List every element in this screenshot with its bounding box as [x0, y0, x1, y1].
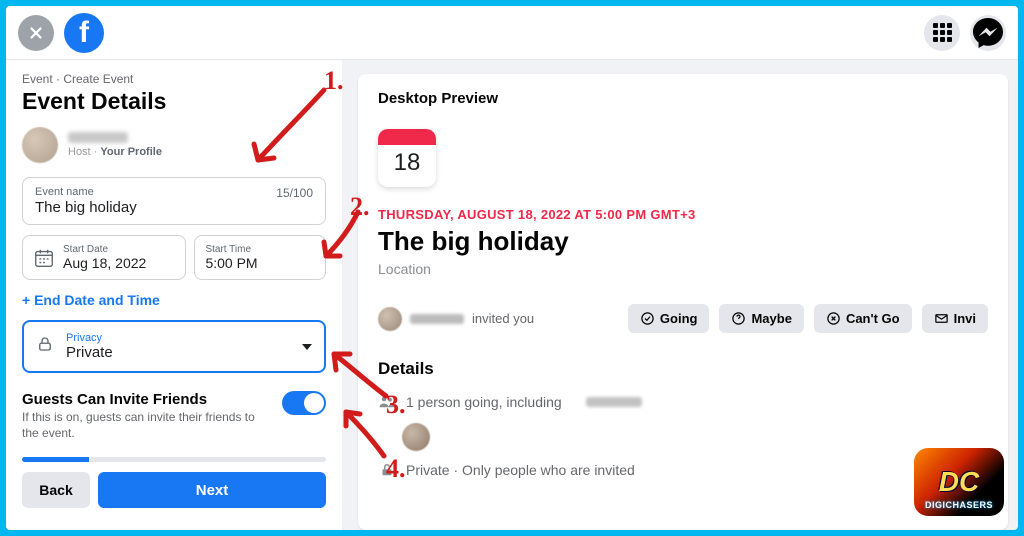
- calendar-badge: 18: [378, 129, 436, 187]
- start-time-field[interactable]: Start Time5:00 PM: [194, 235, 326, 280]
- rsvp-cantgo-button[interactable]: Can't Go: [814, 304, 912, 333]
- rsvp-invite-button[interactable]: Invi: [922, 304, 988, 333]
- privacy-select[interactable]: PrivacyPrivate: [22, 320, 326, 373]
- mail-icon: [934, 311, 949, 326]
- top-bar: f: [6, 6, 1018, 60]
- event-name-label: Event name: [35, 186, 313, 198]
- host-name-blurred: [68, 132, 128, 143]
- start-date-field[interactable]: Start DateAug 18, 2022: [22, 235, 186, 280]
- event-name-value: The big holiday: [35, 199, 313, 216]
- page-title: Event Details: [22, 88, 326, 115]
- host-avatar: [22, 127, 58, 163]
- chevron-down-icon: [302, 344, 312, 350]
- event-location: Location: [378, 261, 988, 277]
- question-circle-icon: [731, 311, 746, 326]
- next-button[interactable]: Next: [98, 472, 326, 508]
- detail-going-row: 1 person going, including: [378, 393, 988, 411]
- rsvp-maybe-button[interactable]: Maybe: [719, 304, 803, 333]
- event-name-count: 15/100: [276, 186, 313, 200]
- inviter-avatar: [378, 307, 402, 331]
- watermark-logo: DC DIGICHASERS: [914, 448, 1004, 516]
- progress-bar: [22, 457, 326, 462]
- host-row: Host · Your Profile: [22, 127, 326, 163]
- messenger-icon: [970, 15, 1006, 51]
- guests-invite-desc: If this is on, guests can invite their f…: [22, 410, 272, 441]
- lock-icon: [36, 335, 54, 358]
- lock-icon: [378, 461, 396, 479]
- breadcrumb: Event · Create Event: [22, 72, 326, 86]
- rsvp-going-button[interactable]: Going: [628, 304, 710, 333]
- people-icon: [378, 393, 396, 411]
- event-name-field[interactable]: Event name The big holiday 15/100: [22, 177, 326, 225]
- preview-card: Desktop Preview 18 THURSDAY, AUGUST 18, …: [358, 74, 1008, 530]
- close-button[interactable]: [18, 15, 54, 51]
- event-form-sidebar: Event · Create Event Event Details Host …: [6, 60, 342, 530]
- host-subtitle: Host · Your Profile: [68, 146, 162, 158]
- x-circle-icon: [826, 311, 841, 326]
- back-button[interactable]: Back: [22, 472, 90, 508]
- details-title: Details: [378, 359, 988, 379]
- close-icon: [27, 24, 45, 42]
- event-date-line: THURSDAY, AUGUST 18, 2022 AT 5:00 PM GMT…: [378, 207, 988, 222]
- guests-invite-toggle[interactable]: [282, 391, 326, 415]
- check-circle-icon: [640, 311, 655, 326]
- attendee-avatar: [402, 423, 430, 451]
- messenger-button[interactable]: [970, 15, 1006, 51]
- event-preview-title: The big holiday: [378, 226, 988, 257]
- detail-privacy-row: Private · Only people who are invited: [378, 461, 988, 479]
- preview-label: Desktop Preview: [378, 90, 988, 107]
- guests-invite-title: Guests Can Invite Friends: [22, 391, 272, 408]
- apps-menu-button[interactable]: [924, 15, 960, 51]
- add-end-date-link[interactable]: + End Date and Time: [22, 292, 326, 308]
- guests-invite-row: Guests Can Invite Friends If this is on,…: [22, 391, 326, 441]
- inviter-name-blurred: [410, 314, 464, 324]
- inviter-row: invited you: [378, 307, 534, 331]
- calendar-icon: [33, 247, 55, 269]
- facebook-logo[interactable]: f: [64, 13, 104, 53]
- apps-grid-icon: [933, 23, 952, 42]
